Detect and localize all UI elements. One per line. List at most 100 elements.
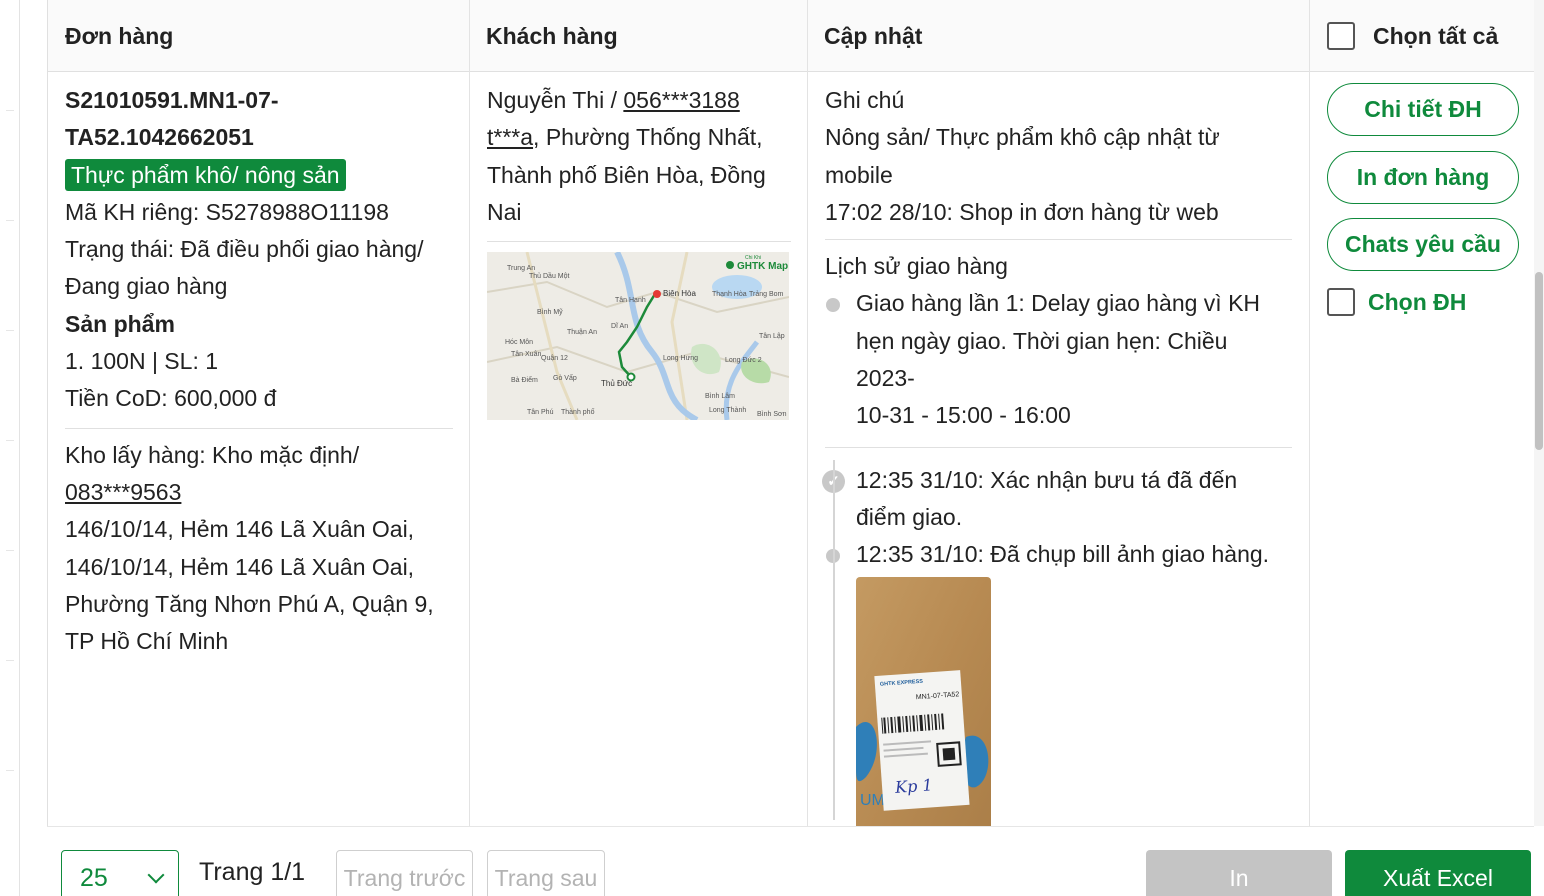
order-status: Trạng thái: Đã điều phối giao hàng/ — [65, 236, 424, 263]
page-indicator: Trang 1/1 — [199, 858, 306, 886]
map-label: Tân Xuân — [511, 351, 541, 358]
customer-address-masked[interactable]: t***a — [487, 124, 533, 150]
customer-address: , Phường Thống Nhất, — [533, 124, 763, 151]
delivery-photo[interactable]: UM GHTK EXPRESS MN1-07-TA52 Kp 1 — [856, 576, 991, 826]
history-text: hẹn ngày giao. Thời gian hẹn: Chiều 2023… — [856, 327, 1228, 392]
route-map[interactable]: Trung An Thủ Dầu Một Biên Hòa Tân Hạnh T… — [487, 252, 789, 421]
handwritten-note: Kp 1 — [893, 775, 933, 797]
pagination-bar: 25 Trang 1/1 Trang trước Trang sau In Xu… — [47, 826, 1534, 896]
page-size-value: 25 — [80, 863, 108, 892]
table-header: Đơn hàng Khách hàng Cập nhật Chọn tất cả — [48, 0, 1534, 72]
delivery-photo-wrap: UM GHTK EXPRESS MN1-07-TA52 Kp 1 — [825, 576, 1292, 826]
map-label: Trảng Bom — [749, 291, 784, 298]
map-label: Thủ Dầu Một — [529, 271, 570, 280]
page-size-select[interactable]: 25 — [61, 850, 179, 896]
header-update: Cập nhật — [824, 22, 923, 49]
map-brand-sup: Chi Khi — [745, 255, 761, 261]
map-label: Bình Mỹ — [537, 309, 563, 316]
note-text: 17:02 28/10: Shop in đơn hàng từ web — [825, 198, 1219, 225]
print-order-button[interactable]: In đơn hàng — [1327, 151, 1519, 204]
map-label: Tân Hạnh — [615, 297, 646, 304]
print-button[interactable]: In — [1146, 850, 1332, 896]
category-badge: Thực phẩm khô/ nông sản — [65, 158, 346, 191]
pickup-phone-link[interactable]: 083***9563 — [65, 479, 181, 505]
event-item: 12:35 31/10: Đã chụp bill ảnh giao hàng. — [825, 536, 1292, 573]
order-code[interactable]: S21010591.MN1-07- — [65, 82, 453, 119]
map-label: Thuận An — [567, 329, 597, 336]
timeline-line — [833, 460, 835, 820]
export-excel-button[interactable]: Xuất Excel — [1345, 850, 1531, 896]
divider — [825, 446, 1292, 448]
map-brand: GHTK Map — [737, 261, 788, 272]
map-label: Thạnh Hòa — [712, 291, 747, 298]
product-item: 1. 100N | SL: 1 — [65, 348, 219, 375]
map-label: Long Hưng — [663, 355, 698, 362]
map-label: Tân Lập — [759, 333, 785, 340]
customer-address: Nai — [487, 198, 522, 225]
cod-amount: Tiền CoD: 600,000 đ — [65, 385, 277, 412]
order-detail-button[interactable]: Chi tiết ĐH — [1327, 83, 1519, 136]
map-label: Trung An — [507, 265, 535, 272]
history-item: Giao hàng lần 1: Delay giao hàng vì KH h… — [825, 285, 1292, 434]
note-title: Ghi chú — [825, 87, 905, 113]
note-text: mobile — [825, 161, 893, 188]
history-text: Giao hàng lần 1: Delay giao hàng vì KH — [856, 290, 1261, 317]
map-label: Bình Sơn — [757, 411, 787, 418]
customer-code: Mã KH riêng: S5278988O11198 — [65, 198, 389, 225]
orders-table: Đơn hàng Khách hàng Cập nhật Chọn tất cả… — [47, 0, 1534, 826]
map-label: Thành phố — [561, 407, 595, 416]
next-page-button[interactable]: Trang sau — [487, 850, 605, 896]
left-gutter — [0, 0, 20, 896]
select-all-label: Chọn tất cả — [1373, 22, 1499, 49]
event-text: điểm giao. — [856, 503, 963, 530]
products-heading: Sản phẩm — [65, 310, 175, 337]
map-label: Tân Phú — [527, 409, 554, 416]
pickup-warehouse: Kho lấy hàng: Kho mặc định/ — [65, 441, 360, 468]
divider — [487, 241, 791, 243]
map-label: Gò Vấp — [553, 373, 577, 382]
header-order: Đơn hàng — [65, 22, 174, 49]
map-label: Long Thành — [709, 407, 746, 414]
pickup-address: Phường Tăng Nhơn Phú A, Quận 9, — [65, 590, 434, 617]
pickup-address: TP Hồ Chí Minh — [65, 628, 229, 655]
event-text: 12:35 31/10: Đã chụp bill ảnh giao hàng. — [856, 541, 1270, 568]
history-title: Lịch sử giao hàng — [825, 253, 1008, 280]
select-all-checkbox[interactable] — [1327, 22, 1355, 50]
event-item: ✓ 12:35 31/10: Xác nhận bưu tá đã đến đi… — [822, 462, 1292, 537]
map-label: Quận 12 — [541, 355, 568, 362]
divider — [65, 427, 453, 429]
vertical-scrollbar[interactable] — [1534, 0, 1544, 826]
map-label: Biên Hòa — [663, 289, 696, 298]
select-order[interactable]: Chọn ĐH — [1327, 288, 1466, 316]
scrollbar-thumb[interactable] — [1535, 272, 1543, 450]
pickup-address: 146/10/14, Hẻm 146 Lã Xuân Oai, — [65, 553, 415, 580]
customer-name: Nguyễn Thi / — [487, 87, 624, 113]
order-status-cont: Đang giao hàng — [65, 273, 228, 300]
customer-cell: Nguyễn Thi / 056***3188 t***a, Phường Th… — [487, 82, 791, 421]
divider — [825, 239, 1292, 241]
customer-address: Thành phố Biên Hòa, Đồng — [487, 161, 766, 188]
header-customer: Khách hàng — [486, 22, 618, 49]
order-code-cont[interactable]: TA52.1042662051 — [65, 119, 453, 156]
update-cell: Ghi chú Nông sản/ Thực phẩm khô cập nhật… — [822, 82, 1292, 826]
map-label: Long Đức 2 — [725, 357, 762, 364]
order-cell: S21010591.MN1-07- TA52.1042662051 Thực p… — [65, 82, 453, 660]
actions-cell: Chi tiết ĐH In đơn hàng Chats yêu cầu Ch… — [1309, 72, 1534, 826]
prev-page-button[interactable]: Trang trước — [336, 850, 473, 896]
bullet-icon — [826, 298, 840, 313]
column-divider — [807, 0, 808, 826]
pickup-address: 146/10/14, Hẻm 146 Lã Xuân Oai, — [65, 516, 415, 543]
customer-phone-link[interactable]: 056***3188 — [623, 87, 739, 113]
map-label: Dĩ An — [611, 323, 628, 330]
box-print: UM — [860, 792, 885, 809]
map-label: Bà Điểm — [511, 376, 538, 384]
chats-request-button[interactable]: Chats yêu cầu — [1327, 218, 1519, 271]
header-select-all[interactable]: Chọn tất cả — [1309, 0, 1534, 72]
note-text: Nông sản/ Thực phẩm khô cập nhật từ — [825, 124, 1220, 151]
column-divider — [469, 0, 470, 826]
select-order-checkbox[interactable] — [1327, 288, 1355, 316]
select-order-label: Chọn ĐH — [1368, 288, 1467, 315]
history-text: 10-31 - 15:00 - 16:00 — [856, 402, 1071, 429]
map-label: Thủ Đức — [601, 379, 632, 388]
event-text: 12:35 31/10: Xác nhận bưu tá đã đến — [856, 466, 1238, 493]
